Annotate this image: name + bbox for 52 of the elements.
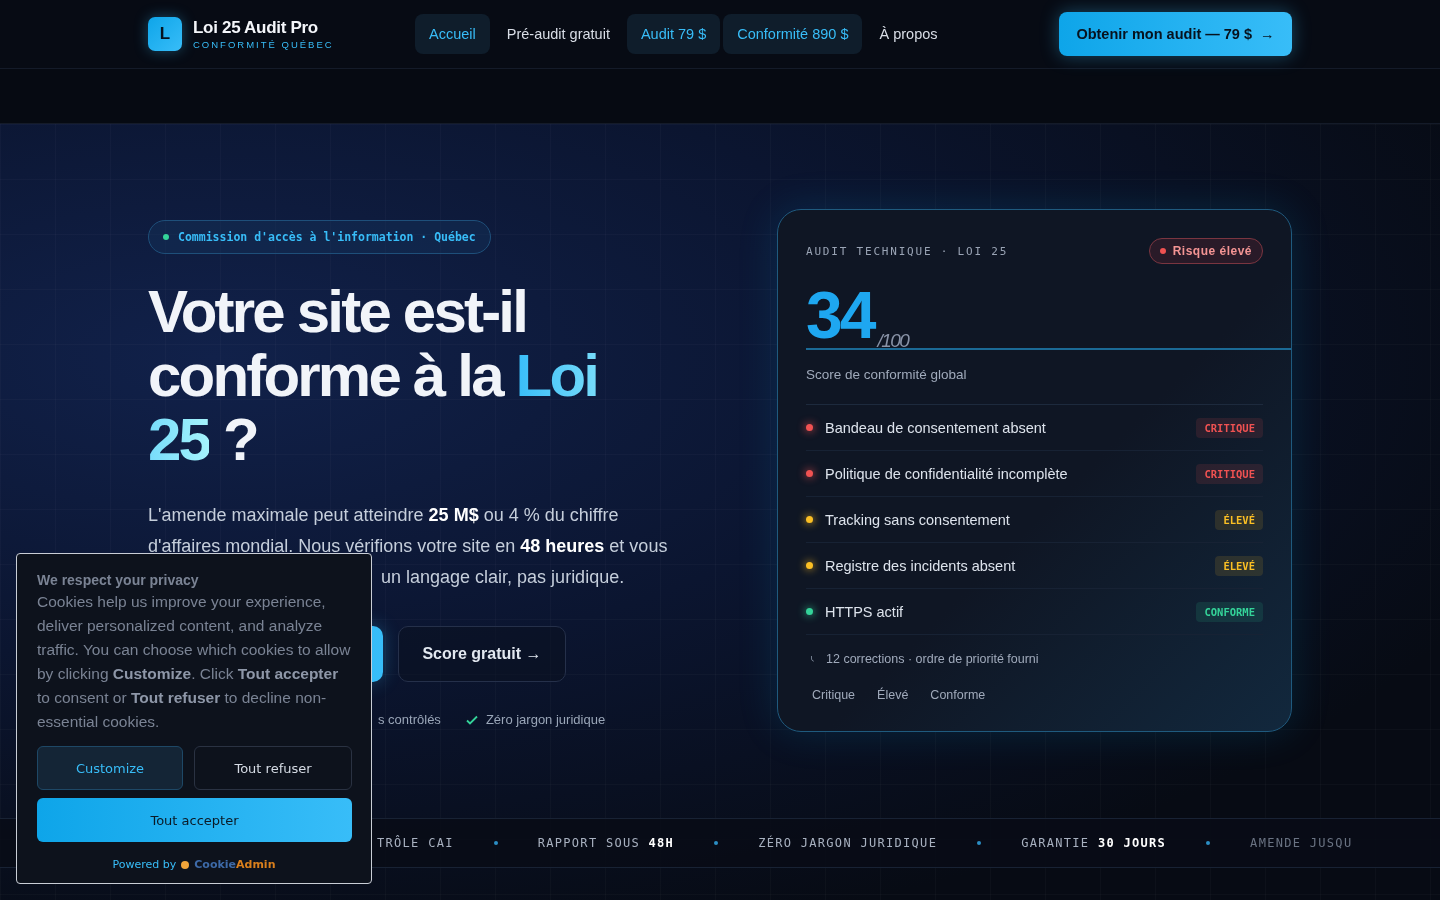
issue-label: Tracking sans consentement (825, 511, 1011, 528)
cookie-button[interactable]: Customize (37, 746, 183, 790)
separator-dot-icon (977, 841, 982, 845)
source-badge: Commission d'accès à l'information · Québec (148, 220, 491, 254)
brand-tagline: CONFORMITÉ QUÉBEC (193, 39, 334, 50)
brand-name: Loi 25 Audit Pro (193, 18, 319, 38)
severity-tag: ÉLEVÉ (1215, 555, 1263, 576)
status-dot-icon (163, 234, 169, 240)
cookie-text: Cookies help us improve your experience, deliver personalized content, and analyze traffic. You can choose which cookies to allow by clicking Customize. Click Tout accepter to consent or Tout refuser to decline non-essential cookies. (37, 592, 351, 732)
ticker-text: ZÉRO JARGON JURIDIQUE (758, 836, 938, 850)
severity-tag: CRITIQUE (1196, 463, 1263, 484)
corrections-note: 12 corrections · ordre de priorité fourni (826, 652, 1039, 666)
severity-tag: CRITIQUE (1196, 417, 1263, 438)
nav-link[interactable]: Audit 79 $ (626, 14, 721, 54)
separator-dot-icon (1206, 841, 1211, 845)
cookie-icon (181, 860, 190, 869)
score-max: /100 (877, 330, 909, 352)
separator-dot-icon (493, 841, 498, 845)
cookie-button[interactable]: Tout refuser (194, 746, 352, 790)
ticker-text: GARANTIE 30 JOURS (1021, 836, 1167, 850)
hero-paragraph-fragment: un langage clair, pas juridique. (381, 566, 626, 589)
legend-label: Élevé (877, 688, 909, 702)
separator-dot-icon (714, 841, 719, 845)
cta-button[interactable]: Obtenir mon audit — 79 $ → (1059, 12, 1292, 56)
card-eyebrow: AUDIT TECHNIQUE · LOI 25 (806, 244, 1009, 258)
nav-link[interactable]: Pré-audit gratuit (492, 14, 624, 54)
risk-badge: Risque élevé (1148, 238, 1263, 264)
severity-tag: ÉLEVÉ (1215, 509, 1263, 530)
corner-icon (810, 655, 816, 663)
cookie-title: We respect your privacy (37, 572, 200, 588)
nav-link[interactable]: Accueil (415, 14, 490, 54)
nav-link[interactable]: À propos (865, 14, 952, 54)
score-value: 34 (806, 282, 874, 348)
nav-link[interactable]: Conformité 890 $ (723, 14, 863, 54)
logo-icon: L (148, 17, 182, 51)
legend-label: Conforme (930, 688, 986, 702)
issue-label: Politique de confidentialité incomplète (825, 465, 1069, 482)
feature-text: Zéro jargon juridique (485, 712, 606, 727)
ticker-text: TRÔLE CAI (377, 836, 454, 850)
feature-text: s contrôlés (378, 712, 441, 727)
score-label: Score de conformité global (806, 367, 968, 382)
issue-label: Registre des incidents absent (825, 557, 1017, 574)
severity-tag: CONFORME (1196, 601, 1263, 622)
ticker-text: RAPPORT SOUS 48H (537, 836, 675, 850)
issue-label: Bandeau de consentement absent (825, 419, 1047, 436)
provider-logo: CookieAdmin (194, 858, 276, 871)
cookie-button[interactable]: Tout accepter (37, 798, 352, 842)
legend-label: Critique (812, 688, 856, 702)
powered-by-text: Powered by (112, 858, 177, 871)
ticker-text: AMENDE JUSQU (1250, 836, 1353, 850)
score-button[interactable]: Score gratuit → (398, 626, 566, 682)
issue-label: HTTPS actif (825, 603, 905, 620)
